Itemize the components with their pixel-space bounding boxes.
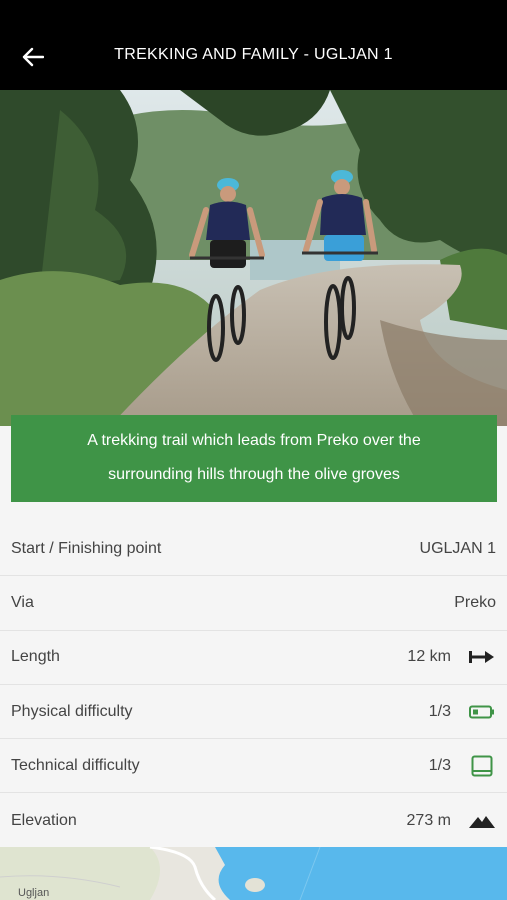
detail-value: 1/3: [428, 702, 451, 720]
detail-label: Via: [11, 593, 34, 611]
detail-row-length: Length 12 km: [0, 631, 507, 685]
detail-label: Length: [11, 648, 60, 666]
mountain-icon: [468, 810, 496, 832]
arrow-right-bar-icon: [468, 646, 496, 668]
hero-photo: [0, 90, 507, 426]
detail-value: UGLJAN 1: [419, 539, 496, 557]
detail-value: 12 km: [407, 648, 451, 666]
trail-description: A trekking trail which leads from Preko …: [11, 415, 497, 502]
detail-row-technical: Technical difficulty 1/3: [0, 739, 507, 794]
detail-row-elevation: Elevation 273 m: [0, 793, 507, 847]
trail-map[interactable]: Ugljan: [0, 847, 507, 900]
battery-icon: [468, 701, 496, 723]
detail-label: Elevation: [11, 811, 77, 829]
detail-row-physical: Physical difficulty 1/3: [0, 685, 507, 740]
detail-label: Technical difficulty: [11, 756, 140, 774]
detail-label: Start / Finishing point: [11, 539, 162, 557]
trail-details-list: Start / Finishing point UGLJAN 1 Via Pre…: [0, 522, 507, 848]
detail-label: Physical difficulty: [11, 702, 133, 720]
map-place-label: Ugljan: [18, 887, 50, 899]
detail-value: 273 m: [406, 811, 451, 829]
book-icon: [468, 755, 496, 777]
detail-value: Preko: [454, 593, 496, 611]
back-button[interactable]: [14, 42, 52, 72]
detail-row-via: Via Preko: [0, 576, 507, 631]
top-app-bar: TREKKING AND FAMILY - UGLJAN 1: [0, 0, 507, 90]
arrow-left-icon: [22, 47, 44, 67]
description-line-1: A trekking trail which leads from Preko …: [87, 432, 421, 449]
page-title: TREKKING AND FAMILY - UGLJAN 1: [114, 46, 393, 63]
detail-value: 1/3: [428, 756, 451, 774]
description-line-2: surrounding hills through the olive grov…: [108, 466, 400, 483]
detail-row-start: Start / Finishing point UGLJAN 1: [0, 522, 507, 577]
